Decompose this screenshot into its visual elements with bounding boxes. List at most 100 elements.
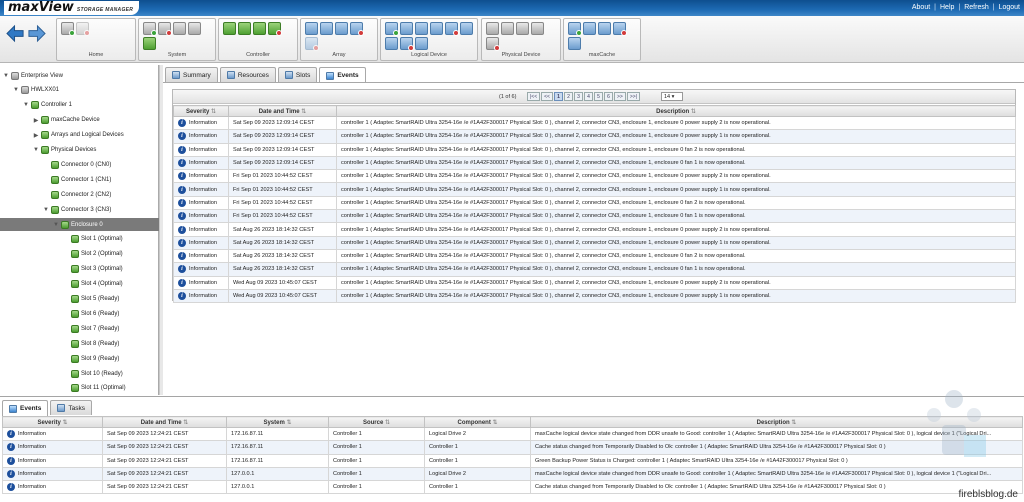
bottom-tab-events[interactable]: Events: [2, 400, 49, 416]
bottom-tab-tasks[interactable]: Tasks: [50, 400, 92, 415]
table-row[interactable]: i Information Sat Sep 09 2023 12:09:14 CES…: [173, 142, 1016, 157]
array-delete-icon[interactable]: [350, 22, 364, 36]
help-link[interactable]: Help: [940, 4, 954, 11]
tab-events[interactable]: Events: [319, 67, 366, 83]
table-row[interactable]: i Information Fri Sep 01 2023 10:44:52 CES…: [173, 209, 1016, 224]
tree-node[interactable]: ▼ HWLXX01: [13, 84, 59, 97]
controller-firmware-icon[interactable]: [253, 22, 266, 35]
column-header-datetime[interactable]: Date and Time ⇅: [228, 105, 337, 117]
tree-node[interactable]: ▼ Enterprise View: [3, 69, 63, 82]
maxcache-delete-icon[interactable]: [613, 22, 627, 36]
tree-node[interactable]: Slot 2 (Optimal): [63, 248, 123, 261]
array-create-icon[interactable]: [305, 22, 318, 35]
logical-device-expand-icon[interactable]: [400, 22, 413, 35]
maxcache-create-icon[interactable]: [568, 22, 582, 36]
tree-node[interactable]: ▶ maxCache Device: [33, 114, 100, 127]
expand-triangle-icon[interactable]: ▼: [53, 222, 59, 228]
tree-node[interactable]: Slot 9 (Ready): [63, 352, 119, 365]
maxcache-settings-icon[interactable]: [598, 22, 611, 35]
table-row[interactable]: i Information Sat Sep 09 2023 12:24:21 CES…: [2, 466, 1023, 482]
collapse-triangle-icon[interactable]: ▶: [33, 132, 39, 139]
logical-device-heal-icon[interactable]: [385, 37, 398, 50]
physical-device-spare-icon[interactable]: [486, 22, 499, 35]
column-header-component[interactable]: Component ⇅: [424, 416, 531, 428]
system-add-icon[interactable]: [143, 22, 157, 36]
tree-node[interactable]: Slot 7 (Ready): [63, 322, 119, 335]
column-header-severity[interactable]: Severity ⇅: [2, 416, 103, 428]
table-row[interactable]: i Information Sat Aug 26 2023 18:14:32 CES…: [173, 248, 1016, 264]
maxcache-properties-icon[interactable]: [568, 37, 581, 50]
tree-node[interactable]: ▼ Physical Devices: [33, 144, 96, 157]
controller-settings-icon[interactable]: [223, 22, 236, 35]
tree-node[interactable]: Slot 3 (Optimal): [63, 263, 123, 276]
collapse-triangle-icon[interactable]: ▶: [33, 117, 39, 124]
table-row[interactable]: i Information Sat Sep 09 2023 12:09:14 CES…: [173, 115, 1016, 131]
next-page-button[interactable]: >>: [613, 92, 626, 101]
logical-device-settings-icon[interactable]: [415, 22, 428, 35]
page-button-2[interactable]: 2: [563, 92, 573, 101]
page-button-1[interactable]: 1: [553, 92, 563, 101]
controller-rescan-icon[interactable]: [238, 22, 251, 35]
tree-node[interactable]: Slot 11 (Optimal): [63, 382, 126, 395]
tree-node[interactable]: Connector 2 (CN2): [43, 188, 111, 201]
system-properties-icon[interactable]: [188, 22, 201, 35]
table-row[interactable]: i Information Sat Sep 09 2023 12:24:21 CES…: [2, 426, 1023, 442]
tree-node[interactable]: Slot 4 (Optimal): [63, 278, 123, 291]
tree-node[interactable]: Connector 1 (CN1): [43, 173, 111, 186]
maxcache-expand-icon[interactable]: [583, 22, 596, 35]
add-system-icon[interactable]: [61, 22, 75, 36]
tree-node[interactable]: ▼ Enclosure 0: [0, 218, 159, 231]
tree-node[interactable]: Connector 0 (CN0): [43, 158, 111, 171]
remove-system-icon[interactable]: [76, 22, 90, 36]
column-header-system[interactable]: System ⇅: [226, 416, 329, 428]
logical-device-create-icon[interactable]: [385, 22, 399, 36]
tree-node[interactable]: Slot 10 (Ready): [63, 367, 123, 380]
table-row[interactable]: i Information Sat Aug 26 2023 18:14:32 CES…: [173, 222, 1016, 237]
table-row[interactable]: i Information Sat Aug 26 2023 18:14:32 CES…: [173, 262, 1016, 277]
tab-slots[interactable]: Slots: [277, 67, 318, 82]
table-row[interactable]: i Information Sat Sep 09 2023 12:24:21 CES…: [2, 480, 1023, 495]
tree-node[interactable]: ▶ Arrays and Logical Devices: [33, 129, 124, 142]
page-button-6[interactable]: 6: [603, 92, 613, 101]
logical-device-properties-icon[interactable]: [415, 37, 428, 50]
array-spare-icon[interactable]: [335, 22, 348, 35]
array-expand-icon[interactable]: [320, 22, 333, 35]
refresh-link[interactable]: Refresh: [964, 4, 989, 11]
logical-device-locate-icon[interactable]: [460, 22, 473, 35]
last-page-button[interactable]: >>|: [626, 92, 640, 101]
table-row[interactable]: i Information Fri Sep 01 2023 10:44:52 CES…: [173, 182, 1016, 197]
system-remove-icon[interactable]: [158, 22, 172, 36]
table-row[interactable]: i Information Sat Sep 09 2023 12:09:14 CES…: [173, 155, 1016, 171]
forward-arrow-icon[interactable]: [27, 24, 46, 43]
about-link[interactable]: About: [912, 4, 930, 11]
expand-triangle-icon[interactable]: ▼: [3, 73, 9, 79]
table-row[interactable]: i Information Sat Sep 09 2023 12:24:21 CES…: [2, 453, 1023, 468]
page-button-3[interactable]: 3: [573, 92, 583, 101]
table-row[interactable]: i Information Fri Sep 01 2023 10:44:52 CES…: [173, 169, 1016, 184]
physical-device-erase-icon[interactable]: [486, 37, 500, 51]
system-firmware-icon[interactable]: [143, 37, 156, 50]
tree-node[interactable]: Slot 8 (Ready): [63, 337, 119, 350]
table-row[interactable]: i Information Wed Aug 09 2023 10:45:07 CES…: [173, 275, 1016, 290]
logout-link[interactable]: Logout: [999, 4, 1020, 11]
expand-triangle-icon[interactable]: ▼: [43, 207, 49, 213]
table-row[interactable]: i Information Wed Aug 09 2023 10:45:07 CES…: [173, 288, 1016, 304]
system-settings-gear-icon[interactable]: [173, 22, 186, 35]
table-row[interactable]: i Information Sat Aug 26 2023 18:14:32 CES…: [173, 235, 1016, 250]
tree-node[interactable]: ▼ Connector 3 (CN3): [43, 203, 111, 216]
column-header-datetime[interactable]: Date and Time ⇅: [102, 416, 227, 428]
column-header-description[interactable]: Description ⇅: [336, 105, 1016, 117]
array-locate-icon[interactable]: [305, 37, 319, 51]
logical-device-erase-icon[interactable]: [400, 37, 414, 51]
physical-device-settings-icon[interactable]: [516, 22, 529, 35]
expand-triangle-icon[interactable]: ▼: [13, 87, 19, 93]
table-row[interactable]: i Information Fri Sep 01 2023 10:44:52 CES…: [173, 195, 1016, 211]
logical-device-verify-icon[interactable]: [430, 22, 443, 35]
column-header-source[interactable]: Source ⇅: [328, 416, 425, 428]
tree-node[interactable]: ▼ Controller 1: [23, 99, 72, 112]
tab-resources[interactable]: Resources: [219, 67, 276, 82]
logical-device-delete-icon[interactable]: [445, 22, 459, 36]
page-button-5[interactable]: 5: [593, 92, 603, 101]
physical-device-firmware-icon[interactable]: [531, 22, 544, 35]
table-row[interactable]: i Information Sat Sep 09 2023 12:24:21 CES…: [2, 440, 1023, 455]
